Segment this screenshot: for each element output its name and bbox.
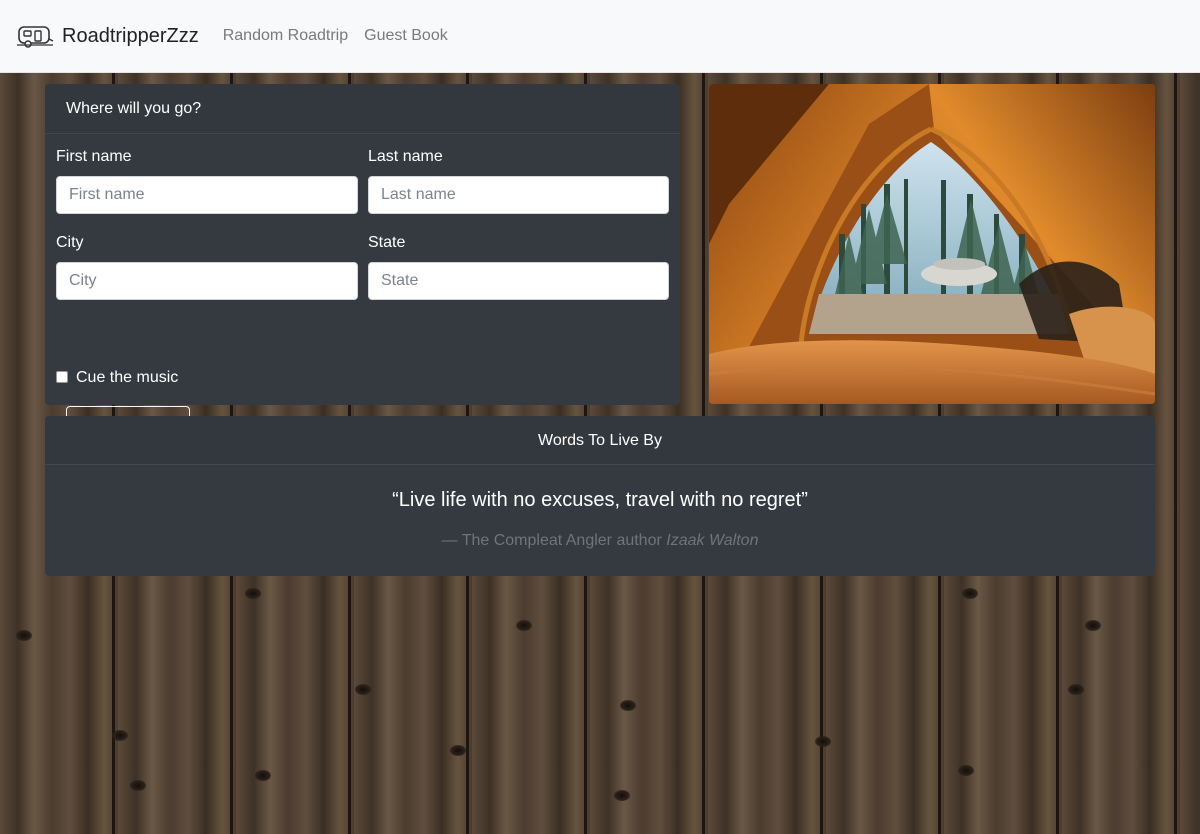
tent-photo [709, 84, 1155, 404]
quote-author: Izaak Walton [666, 532, 759, 549]
quote-text: “Live life with no excuses, travel with … [392, 489, 808, 511]
quote-attribution: — The Compleat Angler author Izaak Walto… [45, 532, 1155, 550]
last-name-label: Last name [368, 148, 443, 165]
city-label: City [56, 234, 84, 251]
quote-source: — The Compleat Angler author [441, 532, 662, 549]
quote-card: Words To Live By “Live life with no excu… [45, 416, 1155, 576]
state-label: State [368, 234, 406, 251]
last-name-input[interactable] [368, 176, 669, 214]
first-name-label: First name [56, 148, 132, 165]
camper-trailer-icon [17, 26, 54, 48]
trip-form-card: Where will you go? First name Last name … [45, 84, 680, 444]
first-name-input[interactable] [56, 176, 358, 214]
brand-link[interactable]: RoadtripperZzz [16, 22, 199, 50]
navbar: RoadtripperZzz Random Roadtrip Guest Boo… [0, 0, 1200, 73]
cue-music-checkbox[interactable] [56, 371, 68, 383]
nav-link-random-roadtrip[interactable]: Random Roadtrip [223, 27, 348, 45]
nav-link-guest-book[interactable]: Guest Book [364, 27, 448, 45]
cue-music-label[interactable]: Cue the music [76, 369, 178, 387]
form-card-header: Where will you go? [45, 84, 680, 134]
quote-card-header: Words To Live By [45, 416, 1155, 465]
brand-name: RoadtripperZzz [62, 24, 199, 47]
state-input[interactable] [368, 262, 669, 300]
city-input[interactable] [56, 262, 358, 300]
